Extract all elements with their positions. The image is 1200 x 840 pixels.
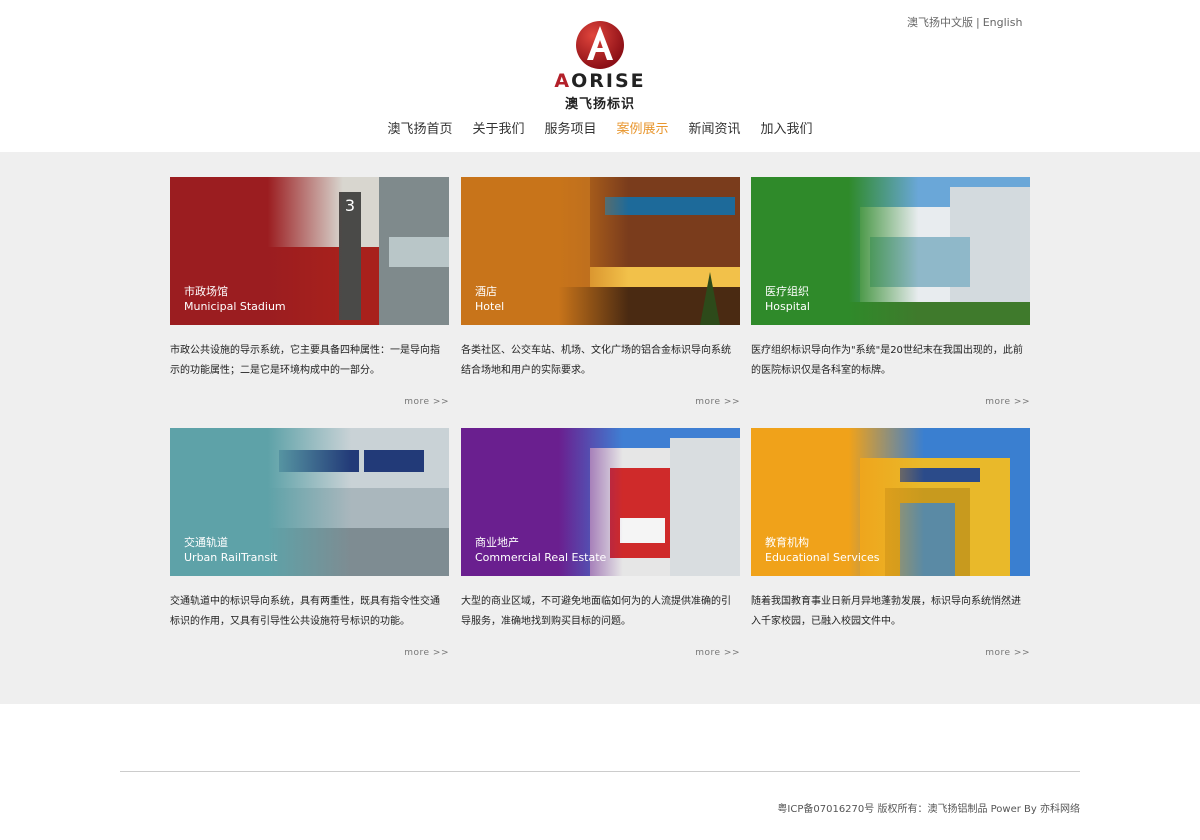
case-caption: 医疗组织 Hospital (765, 285, 810, 314)
footer-copyright: 粤ICP备07016270号 版权所有：澳飞扬铝制品 Power By 亦科网络 (777, 804, 1080, 815)
case-thumbnail[interactable]: 3 市政场馆 Municipal Stadium (170, 177, 449, 325)
more-link[interactable]: more >> (751, 397, 1030, 407)
language-switcher: 澳飞扬中文版 | English (907, 14, 1022, 30)
lang-english-link[interactable]: English (983, 16, 1023, 29)
case-caption: 商业地产 Commercial Real Estate (475, 536, 606, 565)
lang-separator: | (976, 16, 980, 29)
logo-wordmark: AORISE (554, 70, 646, 92)
more-link[interactable]: more >> (751, 648, 1030, 658)
main-nav: 澳飞扬首页 关于我们 服务项目 案例展示 新闻资讯 加入我们 (0, 120, 1200, 140)
nav-about[interactable]: 关于我们 (472, 120, 524, 140)
case-card-hotel: 酒店 Hotel 各类社区、公交车站、机场、文化广场的铝合金标识导向系统结合场地… (461, 177, 740, 407)
nav-news[interactable]: 新闻资讯 (689, 120, 741, 140)
case-card-education: 教育机构 Educational Services 随着我国教育事业日新月异地蓬… (751, 428, 1030, 658)
case-caption: 教育机构 Educational Services (765, 536, 879, 565)
footer-divider (120, 771, 1080, 772)
case-title-cn: 市政场馆 (184, 285, 228, 298)
case-caption: 市政场馆 Municipal Stadium (184, 285, 286, 314)
case-title-en: Educational Services (765, 551, 880, 564)
nav-home[interactable]: 澳飞扬首页 (387, 120, 452, 140)
case-title-cn: 教育机构 (765, 536, 809, 549)
case-description: 医疗组织标识导向作为"系统"是20世纪末在我国出现的，此前的医院标识仅是各科室的… (751, 345, 1023, 376)
case-description: 市政公共设施的导示系统，它主要具备四种属性：一是导向指示的功能属性；二是它是环境… (170, 345, 440, 376)
case-thumbnail[interactable]: 酒店 Hotel (461, 177, 740, 325)
nav-cases[interactable]: 案例展示 (617, 120, 669, 140)
case-card-commercial: 商业地产 Commercial Real Estate 大型的商业区域，不可避免… (461, 428, 740, 658)
case-title-en: Municipal Stadium (184, 300, 286, 313)
case-title-cn: 交通轨道 (184, 536, 228, 549)
more-link[interactable]: more >> (170, 397, 449, 407)
aorise-logo-icon (576, 21, 624, 69)
logo-chinese-text: 澳飞扬标识 (564, 97, 635, 112)
lang-chinese-link[interactable]: 澳飞扬中文版 (907, 16, 973, 29)
case-caption: 交通轨道 Urban RailTransit (184, 536, 277, 565)
case-description: 交通轨道中的标识导向系统，具有两重性，既具有指令性交通标识的作用，又具有引导性公… (170, 596, 440, 627)
case-description: 各类社区、公交车站、机场、文化广场的铝合金标识导向系统结合场地和用户的实际要求。 (461, 345, 731, 376)
case-description: 随着我国教育事业日新月异地蓬勃发展，标识导向系统悄然进入千家校园，已融入校园文件… (751, 596, 1021, 627)
case-grid-section: 3 市政场馆 Municipal Stadium 市政公共设施的导示系统，它主要… (0, 152, 1200, 704)
more-link[interactable]: more >> (170, 648, 449, 658)
case-title-en: Hospital (765, 300, 810, 313)
case-title-en: Hotel (475, 300, 505, 313)
case-title-cn: 商业地产 (475, 536, 519, 549)
more-link[interactable]: more >> (461, 397, 740, 407)
case-thumbnail[interactable]: 医疗组织 Hospital (751, 177, 1030, 325)
case-thumbnail[interactable]: 商业地产 Commercial Real Estate (461, 428, 740, 576)
nav-services[interactable]: 服务项目 (544, 120, 596, 140)
site-logo[interactable]: AORISE 澳飞扬标识 (548, 20, 652, 112)
case-card-rail: 交通轨道 Urban RailTransit 交通轨道中的标识导向系统，具有两重… (170, 428, 449, 658)
site-header: 澳飞扬中文版 | English AORISE 澳飞扬标识 澳飞扬首页 关于我们 服… (0, 0, 1200, 152)
case-title-cn: 酒店 (475, 285, 497, 298)
case-title-cn: 医疗组织 (765, 285, 809, 298)
case-card-hospital: 医疗组织 Hospital 医疗组织标识导向作为"系统"是20世纪末在我国出现的… (751, 177, 1030, 407)
case-thumbnail[interactable]: 教育机构 Educational Services (751, 428, 1030, 576)
nav-join[interactable]: 加入我们 (761, 120, 813, 140)
case-thumbnail[interactable]: 交通轨道 Urban RailTransit (170, 428, 449, 576)
case-caption: 酒店 Hotel (475, 285, 504, 314)
case-title-en: Commercial Real Estate (475, 551, 607, 564)
case-description: 大型的商业区域，不可避免地面临如何为的人流提供准确的引导服务，准确地找到购买目标… (461, 596, 731, 627)
case-card-municipal: 3 市政场馆 Municipal Stadium 市政公共设施的导示系统，它主要… (170, 177, 449, 407)
more-link[interactable]: more >> (461, 648, 740, 658)
case-title-en: Urban RailTransit (184, 551, 278, 564)
